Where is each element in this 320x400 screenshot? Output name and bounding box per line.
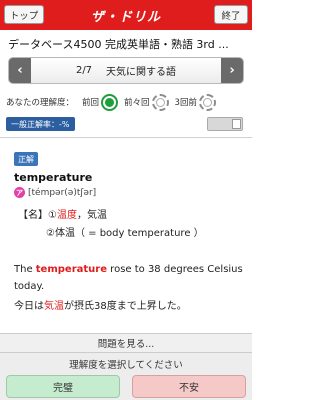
divider xyxy=(0,137,252,138)
header-bar: トップ ザ・ドリル 終了 xyxy=(0,0,252,30)
exit-button[interactable]: 終了 xyxy=(214,5,248,24)
deck-title: データベース4500 完成英単語・熟語 3rd ... xyxy=(8,38,229,51)
meaning-1: 【名】①温度，気温 xyxy=(18,206,107,221)
headword: temperature xyxy=(14,171,93,184)
perfect-button[interactable]: 完璧 xyxy=(6,375,120,398)
history-before-last-label: 前々回 xyxy=(124,98,150,108)
example-english: The temperature rose to 38 degrees Celsi… xyxy=(14,261,244,295)
card-counter: 2/7 xyxy=(75,65,93,76)
pronunciation: [témpər(ə)tʃər] xyxy=(28,187,97,198)
meaning-1-highlight: 温度 xyxy=(56,210,77,221)
example-ja-after: が摂氏38度まで上昇した。 xyxy=(64,301,187,312)
toggle-switch[interactable] xyxy=(207,117,243,131)
meaning-1-prefix: 【名】① xyxy=(18,210,57,221)
history-last: 前回 xyxy=(82,93,119,111)
view-question-button[interactable]: 問題を見る... xyxy=(0,333,252,353)
unsure-button[interactable]: 不安 xyxy=(132,375,246,398)
example-ja-before: 今日は xyxy=(14,301,44,312)
app-logo: ザ・ドリル xyxy=(90,9,161,25)
meaning-1-suffix: ，気温 xyxy=(76,210,107,221)
history-three-ago: 3回前 xyxy=(174,93,216,111)
example-ja-highlight: 気温 xyxy=(44,301,64,312)
example-en-before: The xyxy=(14,264,36,275)
rating-panel: 理解度を選択してください 完璧 不安 xyxy=(0,353,252,400)
history-three-ago-label: 3回前 xyxy=(174,98,197,108)
history-last-label: 前回 xyxy=(82,98,100,108)
next-arrow-icon[interactable]: › xyxy=(221,58,243,83)
accuracy-badge: 一般正解率：-% xyxy=(6,117,75,131)
section-info: 2/7 天気に関する語 xyxy=(31,63,221,78)
top-button[interactable]: トップ xyxy=(4,5,44,24)
pronunciation-row: ア [témpər(ə)tʃər] xyxy=(14,187,96,198)
history-before-last: 前々回 xyxy=(124,93,169,111)
section-navigator: ‹ 2/7 天気に関する語 › xyxy=(8,57,244,84)
correct-tag: 正解 xyxy=(14,152,38,166)
example-en-highlight: temperature xyxy=(35,264,107,275)
accent-icon: ア xyxy=(14,187,25,198)
section-title: 天気に関する語 xyxy=(106,67,177,78)
example-japanese: 今日は気温が摂氏38度まで上昇した。 xyxy=(14,297,187,312)
understanding-label: あなたの理解度： xyxy=(6,98,75,108)
meaning-2: ②体温（ = body temperature ） xyxy=(46,228,204,239)
empty-badge-icon xyxy=(198,93,216,111)
prev-arrow-icon[interactable]: ‹ xyxy=(9,58,31,83)
perfect-badge-icon xyxy=(101,93,119,111)
understanding-row: あなたの理解度： 前回 前々回 3回前 xyxy=(6,92,250,112)
rating-prompt: 理解度を選択してください xyxy=(69,360,183,371)
empty-badge-icon xyxy=(151,93,169,111)
